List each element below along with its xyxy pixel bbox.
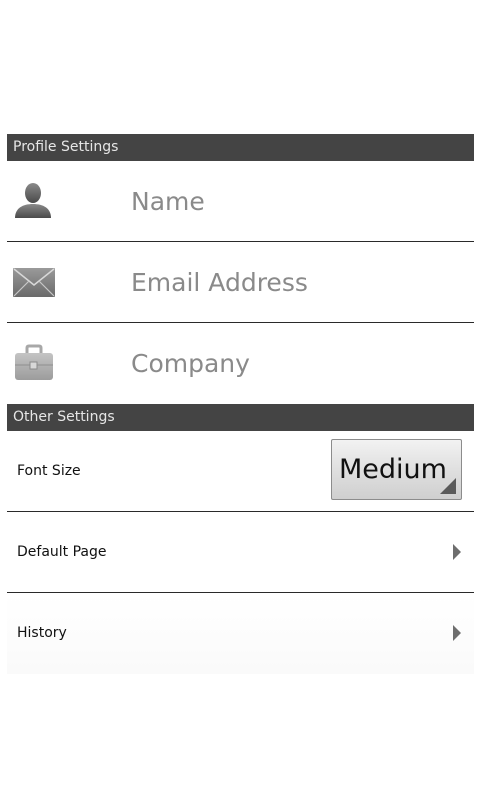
font-size-value: Medium	[339, 454, 447, 485]
history-label: History	[17, 625, 67, 641]
font-size-row: Font Size Medium	[7, 431, 474, 512]
name-input[interactable]	[131, 161, 464, 241]
briefcase-icon	[15, 344, 53, 380]
profile-settings-header: Profile Settings	[7, 134, 474, 161]
email-address-input[interactable]	[131, 242, 464, 322]
other-settings-header: Other Settings	[7, 404, 474, 431]
spinner-arrow-icon	[440, 478, 456, 494]
default-page-label: Default Page	[17, 544, 107, 560]
envelope-icon	[13, 268, 55, 297]
history-row[interactable]: History	[7, 593, 474, 674]
company-row[interactable]	[7, 323, 474, 404]
font-size-label: Font Size	[17, 463, 81, 479]
settings-list: Profile Settings Name Email Address Comp…	[7, 134, 474, 674]
default-page-row[interactable]: Default Page	[7, 512, 474, 593]
name-row[interactable]	[7, 161, 474, 242]
chevron-right-icon	[453, 544, 461, 560]
settings-screen: Profile Settings Name Email Address Comp…	[0, 0, 480, 800]
person-icon	[15, 183, 51, 218]
chevron-right-icon	[453, 625, 461, 641]
email-row[interactable]	[7, 242, 474, 323]
company-input[interactable]	[131, 323, 464, 403]
font-size-spinner[interactable]: Medium	[331, 439, 462, 500]
